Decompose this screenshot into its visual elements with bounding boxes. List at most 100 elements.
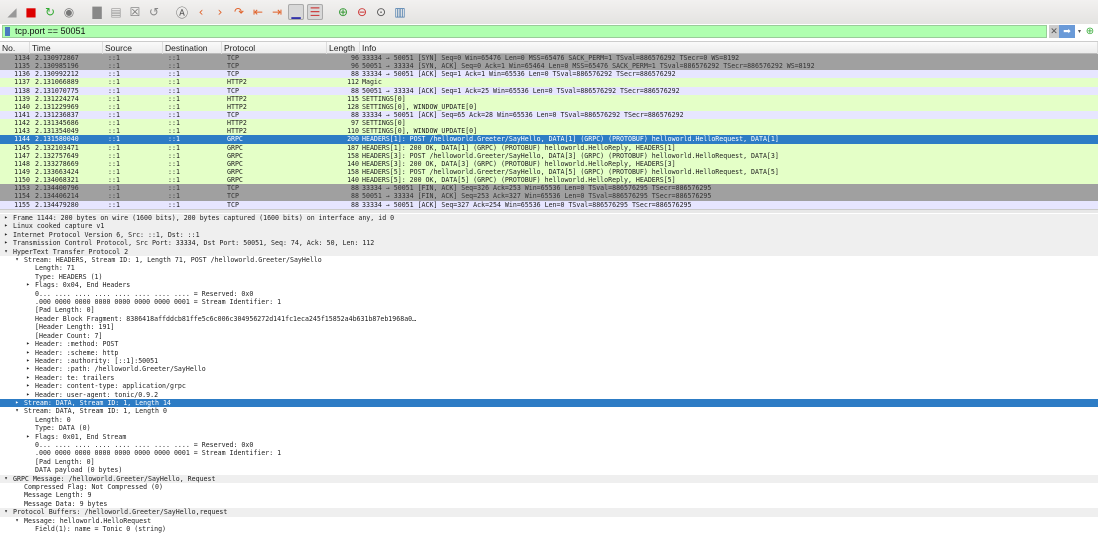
zoom-out-icon[interactable]: ⊖ <box>354 4 370 20</box>
colorize-icon[interactable]: ☰ <box>307 4 323 20</box>
detail-tree-item[interactable]: ▸ Header: :scheme: http <box>0 349 1098 357</box>
packet-row[interactable]: 1149 2.133663424::1::1 GRPC 158 HEADERS[5]: … <box>0 167 1098 177</box>
detail-tree-item[interactable]: Message Data: 9 bytes <box>0 500 1098 508</box>
column-header-no[interactable]: No. <box>0 41 30 54</box>
detail-tree-item[interactable]: ▸ Linux cooked capture v1 <box>0 222 1098 231</box>
display-filter-input[interactable]: tcp.port == 50051 <box>2 25 1047 38</box>
detail-tree-item[interactable]: DATA payload (0 bytes) <box>0 466 1098 474</box>
go-forward-icon[interactable]: › <box>212 4 228 20</box>
first-packet-icon[interactable]: ⇤ <box>250 4 266 20</box>
detail-tree-item[interactable]: ▸ Header: :method: POST <box>0 340 1098 348</box>
detail-tree-item[interactable]: ▾ HyperText Transfer Protocol 2 <box>0 247 1098 257</box>
normal-size-icon[interactable]: ⊙ <box>373 4 389 20</box>
collapsed-arrow-icon[interactable]: ▸ <box>3 222 9 230</box>
apply-filter-icon[interactable]: ➡ <box>1059 25 1075 38</box>
column-header-info[interactable]: Info <box>360 41 1098 54</box>
packet-row[interactable]: 1134 2.130972867::1::1 TCP 96 33334 → 50051 … <box>0 54 1098 63</box>
packet-row[interactable]: 1154 2.134406214::1::1 TCP 88 50051 → 33334 … <box>0 192 1098 201</box>
detail-tree-item[interactable]: 0... .... .... .... .... .... .... .... … <box>0 441 1098 449</box>
column-header-time[interactable]: Time <box>30 41 103 54</box>
detail-tree-item[interactable]: ▾ Stream: DATA, Stream ID: 1, Length 0 <box>0 407 1098 415</box>
detail-tree-item[interactable]: [Pad Length: 0] <box>0 306 1098 314</box>
detail-tree-item[interactable]: [Header Count: 7] <box>0 332 1098 340</box>
detail-tree-item[interactable]: .000 0000 0000 0000 0000 0000 0000 0001 … <box>0 298 1098 306</box>
detail-tree-item[interactable]: Length: 0 <box>0 416 1098 424</box>
detail-tree-item[interactable]: ▸ Transmission Control Protocol, Src Port… <box>0 239 1098 248</box>
detail-tree-item[interactable]: 0... .... .... .... .... .... .... .... … <box>0 290 1098 298</box>
packet-row[interactable]: 1148 2.133278669::1::1 GRPC 140 HEADERS[3]: … <box>0 159 1098 168</box>
collapsed-arrow-icon[interactable]: ▸ <box>25 433 31 441</box>
autoscroll-icon[interactable]: ▁ <box>288 4 304 20</box>
bookmark-icon[interactable] <box>5 27 10 36</box>
detail-tree-item[interactable]: Header Block Fragment: 8386418affddcb81f… <box>0 315 1098 323</box>
column-header-length[interactable]: Length <box>327 41 360 54</box>
expanded-arrow-icon[interactable]: ▾ <box>14 256 20 264</box>
collapsed-arrow-icon[interactable]: ▸ <box>3 214 9 222</box>
open-file-icon[interactable]: ▇ <box>89 4 105 20</box>
packet-row[interactable]: 1136 2.130992212::1::1 TCP 88 33334 → 50051 … <box>0 70 1098 79</box>
find-packet-icon[interactable]: Ⓐ <box>174 4 190 20</box>
last-packet-icon[interactable]: ⇥ <box>269 4 285 20</box>
detail-tree-item[interactable]: .000 0000 0000 0000 0000 0000 0000 0001 … <box>0 449 1098 457</box>
detail-tree-item[interactable]: ▸ Header: te: trailers <box>0 374 1098 382</box>
column-header-source[interactable]: Source <box>103 41 163 54</box>
packet-row[interactable]: 1155 2.134479280::1::1 TCP 88 33334 → 50051 … <box>0 200 1098 209</box>
detail-tree-item[interactable]: ▸ Header: content-type: application/grpc <box>0 382 1098 390</box>
detail-tree-item[interactable]: Message Length: 9 <box>0 491 1098 499</box>
shark-fin-start-icon[interactable]: ◢ <box>4 4 20 20</box>
detail-tree-item[interactable]: [Header Length: 191] <box>0 323 1098 331</box>
detail-tree-item[interactable]: Length: 71 <box>0 264 1098 272</box>
zoom-in-icon[interactable]: ⊕ <box>335 4 351 20</box>
detail-tree-item[interactable]: Compressed Flag: Not Compressed (0) <box>0 483 1098 491</box>
stop-capture-icon[interactable]: ■ <box>23 4 39 20</box>
restart-capture-icon[interactable]: ↻ <box>42 4 58 20</box>
close-file-icon[interactable]: ☒ <box>127 4 143 20</box>
packet-row[interactable]: 1144 2.131580040::1::1 GRPC 200 HEADERS[1]: … <box>0 135 1098 144</box>
go-to-packet-icon[interactable]: ↷ <box>231 4 247 20</box>
column-header-protocol[interactable]: Protocol <box>222 41 327 54</box>
collapsed-arrow-icon[interactable]: ▸ <box>25 365 31 373</box>
detail-tree-item[interactable]: ▸ Header: user-agent: tonic/0.9.2 <box>0 391 1098 399</box>
detail-tree-item[interactable]: ▾ Stream: HEADERS, Stream ID: 1, Length 7… <box>0 256 1098 264</box>
packet-row[interactable]: 1145 2.132103471::1::1 GRPC 187 HEADERS[1]: … <box>0 143 1098 152</box>
collapsed-arrow-icon[interactable]: ▸ <box>14 399 20 407</box>
detail-tree-item[interactable]: Type: HEADERS (1) <box>0 273 1098 281</box>
detail-tree-item[interactable]: ▸ Frame 1144: 200 bytes on wire (1600 bit… <box>0 214 1098 223</box>
packet-row[interactable]: 1153 2.134400796::1::1 TCP 88 33334 → 50051 … <box>0 184 1098 193</box>
packet-row[interactable]: 1150 2.134068321::1::1 GRPC 140 HEADERS[5]: … <box>0 176 1098 185</box>
detail-tree-item[interactable]: ▸ Stream: DATA, Stream ID: 1, Length 14 <box>0 398 1098 408</box>
packet-row[interactable]: 1141 2.131236837::1::1 TCP 88 33334 → 50051 … <box>0 110 1098 120</box>
resize-columns-icon[interactable]: ▥ <box>392 4 408 20</box>
packet-row[interactable]: 1135 2.130985196::1::1 TCP 96 50051 → 33334 … <box>0 62 1098 71</box>
clear-filter-icon[interactable]: ✕ <box>1049 25 1059 38</box>
collapsed-arrow-icon[interactable]: ▸ <box>25 382 31 390</box>
collapsed-arrow-icon[interactable]: ▸ <box>25 391 31 399</box>
add-filter-button-icon[interactable]: ⊕ <box>1084 25 1096 38</box>
column-header-destination[interactable]: Destination <box>163 41 222 54</box>
packet-row[interactable]: 1147 2.132757649::1::1 GRPC 158 HEADERS[3]: … <box>0 151 1098 160</box>
filter-history-dropdown-icon[interactable]: ▾ <box>1075 25 1084 38</box>
packet-row[interactable]: 1143 2.131354049::1::1 HTTP2 110 SETTINGS[0]… <box>0 127 1098 136</box>
detail-tree-item[interactable]: Type: DATA (0) <box>0 424 1098 432</box>
detail-tree-item[interactable]: ▾ Protocol Buffers: /helloworld.Greeter/S… <box>0 508 1098 517</box>
expanded-arrow-icon[interactable]: ▾ <box>3 248 9 256</box>
go-back-icon[interactable]: ‹ <box>193 4 209 20</box>
expanded-arrow-icon[interactable]: ▾ <box>14 517 20 525</box>
detail-tree-item[interactable]: [Pad Length: 0] <box>0 458 1098 466</box>
save-file-icon[interactable]: ▤ <box>108 4 124 20</box>
collapsed-arrow-icon[interactable]: ▸ <box>25 281 31 289</box>
detail-tree-item[interactable]: ▸ Internet Protocol Version 6, Src: ::1, … <box>0 230 1098 240</box>
packet-row[interactable]: 1139 2.131224274::1::1 HTTP2 115 SETTINGS[0] <box>0 94 1098 103</box>
capture-options-icon[interactable]: ◉ <box>61 4 77 20</box>
detail-tree-item[interactable]: Field(1): name = Tonic 0 (string) <box>0 525 1098 533</box>
expanded-arrow-icon[interactable]: ▾ <box>3 508 9 516</box>
detail-tree-item[interactable]: ▸ Header: :authority: [::1]:50051 <box>0 357 1098 365</box>
packet-row[interactable]: 1137 2.131066889::1::1 HTTP2 112 Magic <box>0 78 1098 87</box>
packet-row[interactable]: 1140 2.131229969::1::1 HTTP2 128 SETTINGS[0]… <box>0 102 1098 111</box>
detail-tree-item[interactable]: ▸ Flags: 0x01, End Stream <box>0 433 1098 441</box>
detail-tree-item[interactable]: ▸ Flags: 0x04, End Headers <box>0 281 1098 289</box>
packet-row[interactable]: 1142 2.131345686::1::1 HTTP2 97 SETTINGS[0] <box>0 119 1098 128</box>
reload-icon[interactable]: ↺ <box>146 4 162 20</box>
detail-tree-item[interactable]: ▾ GRPC Message: /helloworld.Greeter/SayHe… <box>0 474 1098 483</box>
collapsed-arrow-icon[interactable]: ▸ <box>25 349 31 357</box>
